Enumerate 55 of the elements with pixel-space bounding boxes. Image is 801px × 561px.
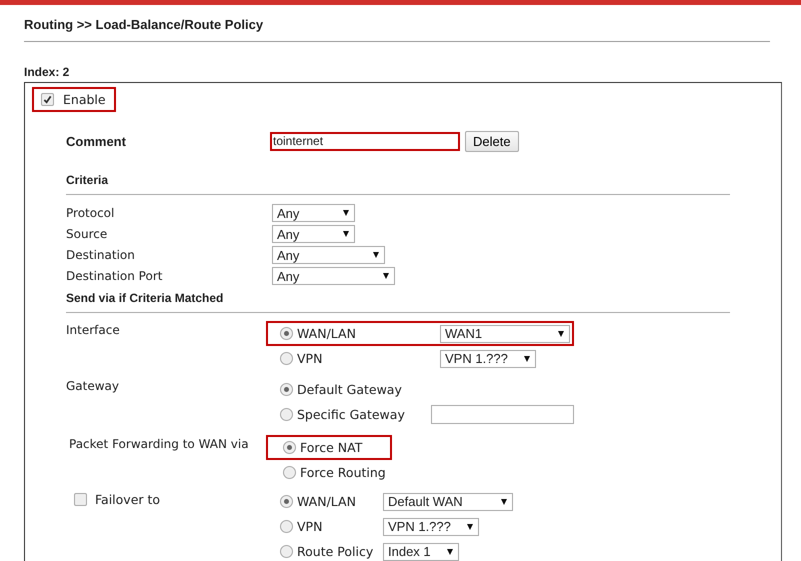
comment-field[interactable]: tointernet (270, 132, 460, 150)
caret-icon (383, 273, 389, 279)
caret-icon (501, 498, 507, 504)
dropdown[interactable]: VPN 1.??? (383, 518, 479, 536)
checkbox[interactable] (74, 492, 87, 506)
dropdown[interactable]: Index 1 (383, 542, 459, 560)
radio-button[interactable] (280, 520, 293, 533)
checkbox-label: Failover to (95, 492, 160, 506)
field-label: Source (66, 227, 108, 241)
field-label: Protocol (66, 206, 116, 220)
radio-label: Force Routing (300, 465, 386, 480)
caret-icon (447, 548, 453, 554)
checkbox-label: Enable (63, 92, 106, 107)
field-label: Destination (66, 248, 136, 262)
radio-button[interactable] (280, 352, 293, 365)
index-label: Index: 2 (24, 65, 70, 79)
dropdown[interactable]: WAN1 (440, 324, 570, 342)
radio-label: WAN/LAN (297, 326, 356, 341)
radio-button[interactable] (280, 327, 293, 340)
radio-button[interactable] (283, 466, 296, 479)
radio-label: VPN (297, 519, 322, 534)
field-label: Packet Forwarding to WAN via (68, 436, 250, 453)
dropdown[interactable]: Default WAN (383, 492, 513, 510)
text-field[interactable] (431, 405, 574, 424)
field-label: Interface (66, 322, 121, 339)
dropdown[interactable]: Any (272, 225, 355, 243)
delete-button[interactable]: Delete (465, 130, 519, 152)
page-title: Routing >> Load-Balance/Route Policy (24, 17, 770, 42)
radio-button[interactable] (280, 495, 293, 508)
field-label: Comment (66, 134, 127, 148)
section-title: Send via if Criteria Matched (66, 291, 224, 305)
dropdown[interactable]: Any (272, 267, 395, 285)
radio-label: Default Gateway (297, 382, 402, 397)
radio-label: VPN (297, 351, 322, 366)
radio-button[interactable] (280, 383, 293, 396)
dropdown[interactable]: Any (272, 246, 385, 264)
dropdown[interactable]: VPN 1.??? (440, 350, 536, 368)
checkbox[interactable] (41, 93, 54, 106)
field-label: Destination Port (66, 269, 164, 283)
field-label: Gateway (66, 378, 120, 395)
radio-label: Force NAT (300, 440, 362, 455)
caret-icon (373, 252, 379, 258)
caret-icon (524, 356, 530, 362)
caret-icon (467, 524, 473, 530)
section-title: Criteria (66, 173, 110, 187)
radio-label: Specific Gateway (297, 407, 405, 422)
caret-icon (343, 210, 349, 216)
radio-button[interactable] (280, 408, 293, 421)
caret-icon (343, 231, 349, 237)
radio-button[interactable] (283, 441, 296, 454)
radio-label: Route Policy (297, 544, 374, 559)
radio-button[interactable] (280, 545, 293, 558)
radio-label: WAN/LAN (297, 494, 356, 509)
caret-icon (558, 330, 564, 336)
dropdown[interactable]: Any (272, 204, 355, 222)
